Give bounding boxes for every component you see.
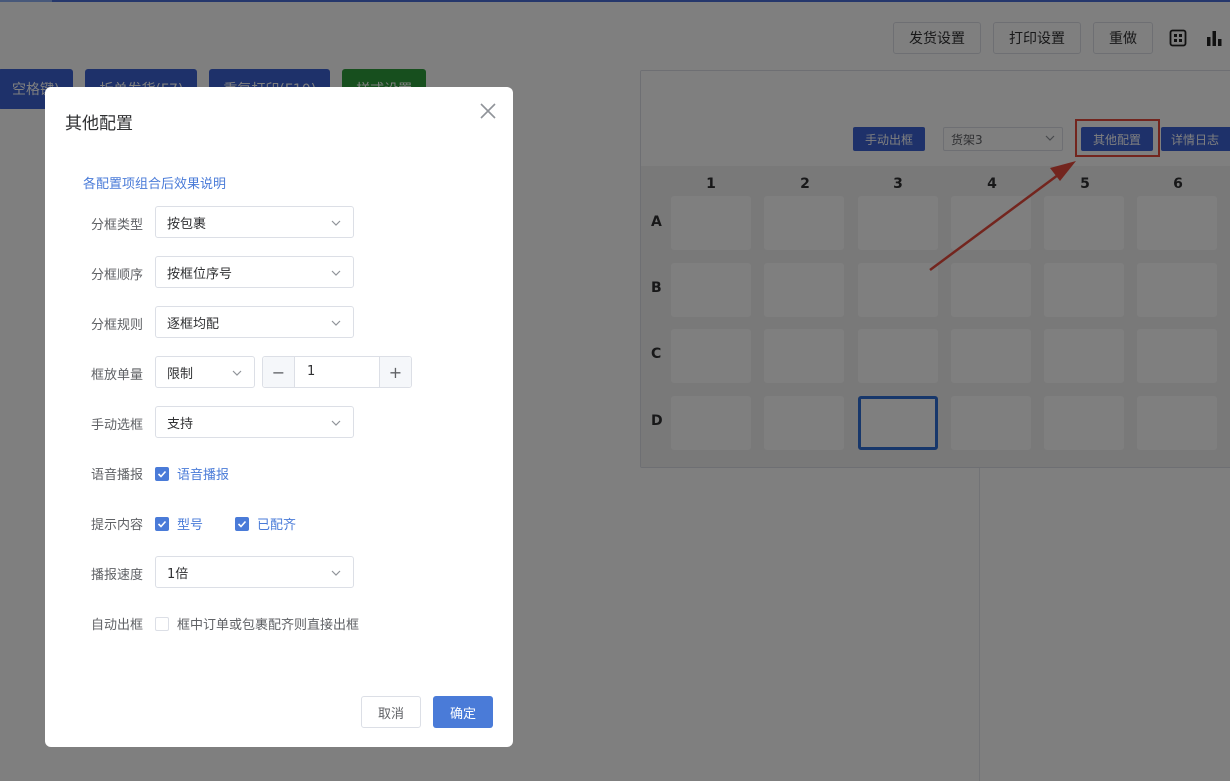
stepper-plus-button[interactable]: + [379, 357, 411, 387]
box-qty-mode-select[interactable]: 限制 [155, 356, 255, 388]
manual-select-value: 支持 [167, 416, 194, 432]
chevron-down-icon [330, 267, 342, 283]
hint-complete-wrap[interactable]: 已配齐 [235, 514, 296, 533]
help-link[interactable]: 各配置项组合后效果说明 [83, 173, 226, 192]
chevron-down-icon [330, 317, 342, 333]
voice-checkbox[interactable] [155, 466, 169, 481]
voice-row: 语音播报 语音播报 [45, 456, 513, 488]
check-icon [237, 520, 247, 528]
chevron-down-icon [231, 367, 243, 383]
voice-option-label: 语音播报 [177, 468, 230, 483]
stepper-minus-button[interactable]: − [263, 357, 295, 387]
split-type-select[interactable]: 按包裹 [155, 206, 354, 238]
box-qty-label: 框放单量 [90, 368, 143, 383]
auto-out-option-label: 框中订单或包裹配齐则直接出框 [177, 618, 360, 633]
confirm-button[interactable]: 确定 [433, 696, 493, 728]
manual-select-label: 手动选框 [90, 418, 143, 433]
auto-out-label: 自动出框 [90, 618, 143, 633]
auto-out-checkbox-wrap[interactable]: 框中订单或包裹配齐则直接出框 [155, 614, 359, 633]
split-type-row: 分框类型 按包裹 [45, 206, 513, 238]
hint-model-label: 型号 [177, 518, 204, 533]
split-order-row: 分框顺序 按框位序号 [45, 256, 513, 288]
stepper-value[interactable]: 1 [307, 364, 315, 379]
check-icon [157, 470, 167, 478]
manual-select-select[interactable]: 支持 [155, 406, 354, 438]
speed-select[interactable]: 1倍 [155, 556, 354, 588]
hint-complete-label: 已配齐 [257, 518, 297, 533]
voice-checkbox-wrap[interactable]: 语音播报 [155, 464, 229, 483]
speed-value: 1倍 [167, 566, 189, 582]
cancel-button[interactable]: 取消 [361, 696, 421, 728]
box-qty-stepper: − 1 + [262, 356, 412, 388]
voice-label: 语音播报 [90, 468, 143, 483]
check-icon [157, 520, 167, 528]
speed-label: 播报速度 [90, 568, 143, 583]
hint-model-checkbox[interactable] [155, 516, 169, 531]
split-rule-row: 分框规则 逐框均配 [45, 306, 513, 338]
speed-row: 播报速度 1倍 [45, 556, 513, 588]
chevron-down-icon [330, 567, 342, 583]
hint-row: 提示内容 型号 已配齐 [45, 506, 513, 538]
split-rule-label: 分框规则 [90, 318, 143, 333]
split-order-select[interactable]: 按框位序号 [155, 256, 354, 288]
box-qty-row: 框放单量 限制 − 1 + [45, 356, 513, 388]
hint-label: 提示内容 [90, 518, 143, 533]
manual-select-row: 手动选框 支持 [45, 406, 513, 438]
split-rule-select[interactable]: 逐框均配 [155, 306, 354, 338]
box-qty-mode-value: 限制 [167, 366, 194, 382]
other-config-dialog: 其他配置 各配置项组合后效果说明 分框类型 按包裹 分框顺序 按框位序号 分框规… [45, 87, 513, 747]
split-order-label: 分框顺序 [90, 268, 143, 283]
chevron-down-icon [330, 217, 342, 233]
split-rule-value: 逐框均配 [167, 316, 220, 332]
split-order-value: 按框位序号 [167, 266, 233, 282]
chevron-down-icon [330, 417, 342, 433]
split-type-value: 按包裹 [167, 216, 207, 232]
hint-complete-checkbox[interactable] [235, 516, 249, 531]
auto-out-row: 自动出框 框中订单或包裹配齐则直接出框 [45, 606, 513, 638]
hint-model-wrap[interactable]: 型号 [155, 514, 203, 533]
close-icon[interactable] [479, 102, 497, 120]
auto-out-checkbox[interactable] [155, 616, 169, 631]
dialog-title: 其他配置 [65, 114, 133, 134]
split-type-label: 分框类型 [90, 218, 143, 233]
